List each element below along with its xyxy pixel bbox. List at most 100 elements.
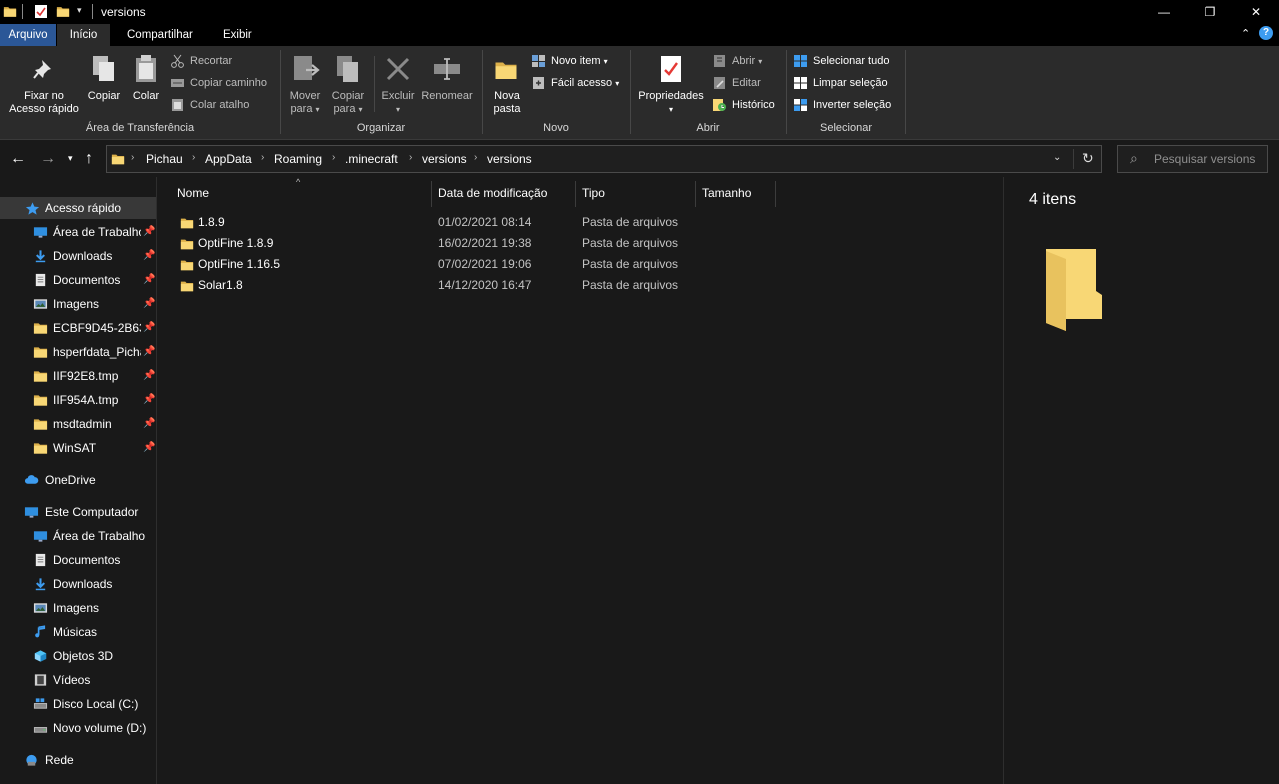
address-history-chevron-icon[interactable]: ⌄ xyxy=(1053,152,1061,163)
pin-icon[interactable]: 📌 xyxy=(143,293,155,315)
forward-arrow-icon[interactable]: → xyxy=(40,150,56,168)
new-folder-button[interactable]: Nova pasta xyxy=(488,90,526,116)
group-label-select: Selecionar xyxy=(820,122,872,134)
nav-pc-item[interactable]: Downloads xyxy=(0,573,156,595)
breadcrumb-separator-icon[interactable]: › xyxy=(261,152,264,163)
restore-button[interactable]: ❐ xyxy=(1187,0,1233,24)
tab-compartilhar[interactable]: Compartilhar xyxy=(119,24,201,46)
easy-access-button[interactable]: Fácil acesso ▾ xyxy=(531,74,619,92)
search-input[interactable] xyxy=(1154,151,1264,167)
file-row[interactable]: OptiFine 1.8.9 16/02/2021 19:38 Pasta de… xyxy=(174,233,954,254)
delete-button[interactable]: Excluir ▾ xyxy=(378,90,418,116)
breadcrumb-roaming[interactable]: Roaming xyxy=(274,152,322,166)
nav-quick-item[interactable]: Imagens 📌 xyxy=(0,293,156,315)
close-button[interactable]: ✕ xyxy=(1233,0,1279,24)
edit-button[interactable]: Editar xyxy=(712,74,761,92)
nav-pc-item[interactable]: Objetos 3D xyxy=(0,645,156,667)
paste-button[interactable]: Colar xyxy=(128,90,164,103)
column-divider[interactable] xyxy=(695,181,696,207)
nav-quick-item[interactable]: ECBF9D45-2B63- 📌 xyxy=(0,317,156,339)
move-to-button[interactable]: Mover para ▾ xyxy=(284,90,326,116)
customize-quick-access-icon[interactable]: ▾ xyxy=(77,5,82,16)
copy-path-button[interactable]: Copiar caminho xyxy=(170,74,267,92)
up-arrow-icon[interactable]: ↑ xyxy=(85,150,93,168)
breadcrumb-separator-icon[interactable]: › xyxy=(192,152,195,163)
breadcrumb-separator-icon[interactable]: › xyxy=(474,152,477,163)
history-button[interactable]: Histórico xyxy=(712,96,775,114)
properties-button[interactable]: Propriedades ▾ xyxy=(634,90,708,116)
breadcrumb-minecraft[interactable]: .minecraft xyxy=(345,152,398,166)
pin-icon[interactable]: 📌 xyxy=(143,317,155,339)
pin-icon[interactable]: 📌 xyxy=(143,389,155,411)
column-header-name[interactable]: Nome xyxy=(177,177,209,209)
pin-icon[interactable]: 📌 xyxy=(143,245,155,267)
rename-button[interactable]: Renomear xyxy=(419,90,475,103)
refresh-icon[interactable]: ↻ xyxy=(1082,150,1094,167)
select-all-button[interactable]: Selecionar tudo xyxy=(793,52,889,70)
nav-item-onedrive[interactable]: OneDrive xyxy=(0,469,156,491)
column-divider[interactable] xyxy=(431,181,432,207)
paste-shortcut-button[interactable]: Colar atalho xyxy=(170,96,249,114)
nav-pc-item[interactable]: Área de Trabalho xyxy=(0,525,156,547)
pin-icon[interactable]: 📌 xyxy=(143,221,155,243)
column-header-type[interactable]: Tipo xyxy=(582,177,605,209)
nav-quick-item[interactable]: Documentos 📌 xyxy=(0,269,156,291)
search-box[interactable]: ⌕ xyxy=(1117,145,1268,173)
tab-inicio[interactable]: Início xyxy=(57,24,110,46)
pin-icon[interactable]: 📌 xyxy=(143,269,155,291)
copy-button[interactable]: Copiar xyxy=(84,90,124,103)
breadcrumb-appdata[interactable]: AppData xyxy=(205,152,252,166)
pin-icon[interactable]: 📌 xyxy=(143,365,155,387)
breadcrumb-pichau[interactable]: Pichau xyxy=(146,152,183,166)
new-folder-icon[interactable] xyxy=(56,4,70,19)
pin-icon[interactable]: 📌 xyxy=(143,413,155,435)
invert-selection-button[interactable]: Inverter seleção xyxy=(793,96,891,114)
recent-locations-chevron-icon[interactable]: ▾ xyxy=(68,153,73,164)
nav-quick-item[interactable]: IIF92E8.tmp 📌 xyxy=(0,365,156,387)
nav-quick-item[interactable]: msdtadmin 📌 xyxy=(0,413,156,435)
nav-pc-item[interactable]: Músicas xyxy=(0,621,156,643)
column-divider[interactable] xyxy=(775,181,776,207)
file-row[interactable]: Solar1.8 14/12/2020 16:47 Pasta de arqui… xyxy=(174,275,954,296)
properties-checkmark-icon[interactable] xyxy=(34,4,48,19)
breadcrumb-separator-icon[interactable]: › xyxy=(332,152,335,163)
column-header-modified[interactable]: Data de modificação xyxy=(438,177,547,209)
nav-pc-item[interactable]: Vídeos xyxy=(0,669,156,691)
nav-quick-item[interactable]: Downloads 📌 xyxy=(0,245,156,267)
open-button[interactable]: Abrir ▾ xyxy=(712,52,762,70)
new-item-button[interactable]: Novo item ▾ xyxy=(531,52,608,70)
file-row[interactable]: OptiFine 1.16.5 07/02/2021 19:06 Pasta d… xyxy=(174,254,954,275)
copy-to-button[interactable]: Copiar para ▾ xyxy=(327,90,369,116)
address-bar[interactable]: › Pichau › AppData › Roaming › .minecraf… xyxy=(106,145,1102,173)
help-icon[interactable]: ? xyxy=(1259,26,1273,40)
nav-quick-item[interactable]: IIF954A.tmp 📌 xyxy=(0,389,156,411)
nav-pc-item[interactable]: Imagens xyxy=(0,597,156,619)
tab-arquivo[interactable]: Arquivo xyxy=(0,24,56,46)
pin-quick-access-button[interactable]: Fixar no Acesso rápido xyxy=(3,90,85,116)
breadcrumb-versions[interactable]: versions xyxy=(422,152,467,166)
cut-button[interactable]: Recortar xyxy=(170,52,232,70)
collapse-ribbon-icon[interactable]: ⌃ xyxy=(1241,27,1250,40)
nav-pc-item[interactable]: Novo volume (D:) xyxy=(0,717,156,739)
breadcrumb-separator-icon[interactable]: › xyxy=(409,152,412,163)
pin-icon[interactable]: 📌 xyxy=(143,341,155,363)
select-none-button[interactable]: Limpar seleção xyxy=(793,74,888,92)
minimize-button[interactable]: — xyxy=(1141,0,1187,24)
history-icon xyxy=(713,99,726,111)
nav-quick-item[interactable]: WinSAT 📌 xyxy=(0,437,156,459)
nav-pc-item[interactable]: Documentos xyxy=(0,549,156,571)
tab-exibir[interactable]: Exibir xyxy=(215,24,260,46)
nav-item-this-pc[interactable]: Este Computador xyxy=(0,501,156,523)
back-arrow-icon[interactable]: ← xyxy=(10,150,26,168)
nav-pc-item[interactable]: Disco Local (C:) xyxy=(0,693,156,715)
column-header-size[interactable]: Tamanho xyxy=(702,177,751,209)
nav-item-network[interactable]: Rede xyxy=(0,749,156,771)
breadcrumb-versions-current[interactable]: versions xyxy=(487,152,532,166)
nav-item-quick-access[interactable]: Acesso rápido xyxy=(0,197,156,219)
pin-icon[interactable]: 📌 xyxy=(143,437,155,459)
column-divider[interactable] xyxy=(575,181,576,207)
breadcrumb-separator-icon[interactable]: › xyxy=(131,152,134,163)
nav-quick-item[interactable]: hsperfdata_Picha 📌 xyxy=(0,341,156,363)
nav-quick-item[interactable]: Área de Trabalho 📌 xyxy=(0,221,156,243)
file-row[interactable]: 1.8.9 01/02/2021 08:14 Pasta de arquivos xyxy=(174,212,954,233)
